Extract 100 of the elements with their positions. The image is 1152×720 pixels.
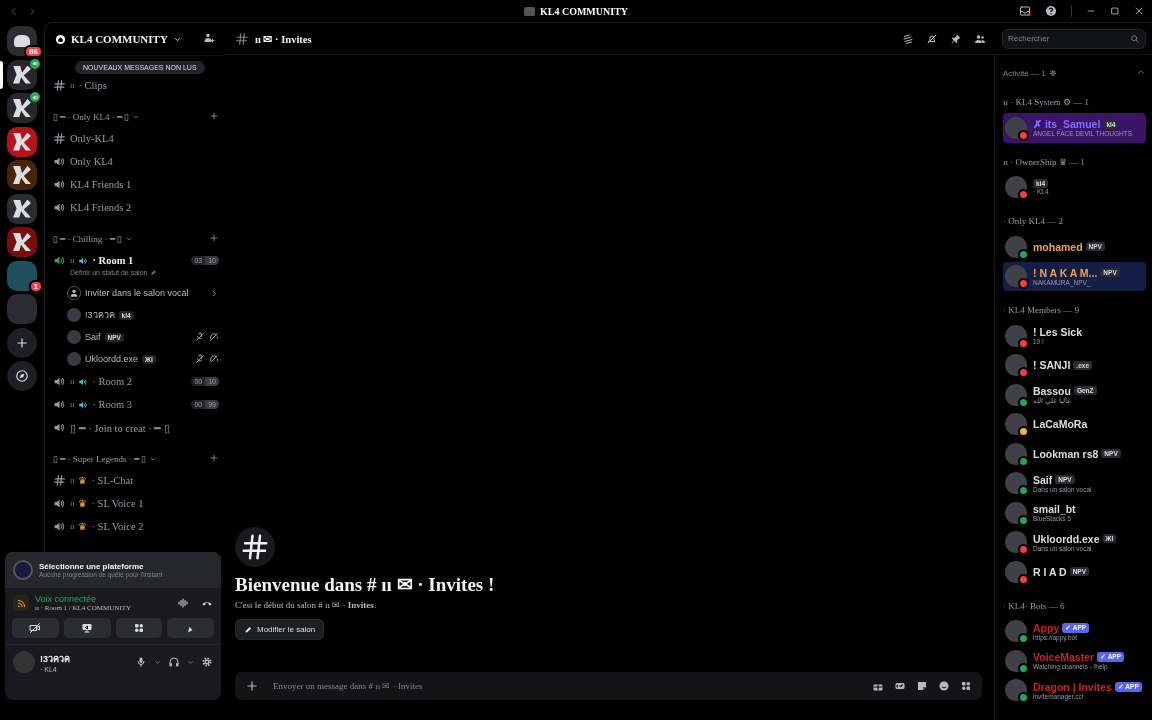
add-server-button[interactable] xyxy=(7,327,37,358)
person-icon xyxy=(69,288,79,298)
message-input[interactable]: Envoyer un message dans # ıı ✉ · Invites xyxy=(235,672,982,700)
members-icon[interactable] xyxy=(974,32,986,45)
settings-icon[interactable] xyxy=(201,656,213,668)
pencil-icon xyxy=(244,625,253,634)
channel-name[interactable]: KL4 Friends 1 xyxy=(70,179,132,190)
signal-icon xyxy=(15,597,27,609)
member-name[interactable]: Dragon | Invites xyxy=(1033,680,1112,693)
channel-name[interactable]: Only-KL4 xyxy=(70,133,114,144)
speaker-icon xyxy=(53,520,66,533)
member-name[interactable]: R I A D xyxy=(1033,565,1067,578)
channel-prefix: ıı xyxy=(70,81,75,90)
search-field[interactable]: Rechercher xyxy=(1002,28,1146,49)
member-group-header: · KL4· Bots — 6 xyxy=(1003,600,1066,611)
channel-name[interactable]: · SL Voice 2 xyxy=(91,521,144,532)
screen-share-button[interactable] xyxy=(63,618,111,638)
member-name[interactable]: Bassou xyxy=(1033,384,1071,397)
quest-title[interactable]: Sélectionne une plateforme xyxy=(39,562,163,571)
activities-button[interactable] xyxy=(115,618,163,638)
member-name[interactable]: ! Les Sick xyxy=(1033,326,1083,339)
speaker-icon xyxy=(53,178,66,191)
edit-channel-button[interactable]: Modifier le salon xyxy=(235,619,325,640)
server-icon[interactable] xyxy=(7,227,37,257)
category-label[interactable]: ▯ ━ · Chilling · ━ ▯ xyxy=(53,233,122,244)
server-icon[interactable] xyxy=(7,160,37,190)
direct-messages-button[interactable] xyxy=(7,26,37,56)
channel-prefix: ıı xyxy=(70,476,75,485)
search-icon xyxy=(1130,33,1140,44)
voice-status: Voix connectée xyxy=(35,594,98,604)
member-name[interactable]: smail_bt xyxy=(1033,503,1076,516)
home-icon xyxy=(55,33,66,45)
server-name[interactable]: KL4 COMMUNITY xyxy=(71,33,168,45)
sticker-icon[interactable] xyxy=(916,680,928,692)
camera-button[interactable] xyxy=(12,618,59,638)
member-name[interactable]: Ukloordd.exe xyxy=(1033,532,1100,545)
hash-icon xyxy=(53,79,66,92)
channel-prefix: ıı xyxy=(70,377,75,386)
add-member-icon[interactable] xyxy=(203,32,215,44)
channel-prefix: ıı xyxy=(70,499,75,508)
speaker-icon xyxy=(53,497,66,510)
voice-user-name[interactable]: Saif xyxy=(85,332,101,342)
member-name[interactable]: Appy xyxy=(1033,621,1060,634)
discover-button[interactable] xyxy=(7,361,37,391)
help-icon[interactable] xyxy=(1045,5,1057,17)
channel-name[interactable]: · Clips xyxy=(78,80,107,91)
channel-name[interactable]: Only KL4 xyxy=(70,156,113,167)
microphone-icon[interactable] xyxy=(135,656,147,668)
server-icon[interactable] xyxy=(7,193,37,224)
plus-icon[interactable] xyxy=(209,110,219,121)
member-name[interactable]: ✗ its_Samuel xyxy=(1033,118,1101,131)
channel-name[interactable]: · Room 3 xyxy=(92,399,133,410)
voice-user-name[interactable]: Ukloordd.exe xyxy=(85,354,139,364)
server-icon[interactable] xyxy=(7,59,37,90)
member-name[interactable]: ! N A K A M... xyxy=(1033,266,1098,279)
member-name[interactable]: mohamed xyxy=(1033,240,1083,253)
channel-name[interactable]: · SL-Chat xyxy=(91,475,134,486)
collapse-icon[interactable] xyxy=(1136,67,1146,77)
speaker-icon xyxy=(53,398,66,411)
user-name[interactable]: !3วควค xyxy=(40,651,70,666)
maximize-icon[interactable] xyxy=(1110,6,1120,16)
invite-link[interactable]: Inviter dans le salon vocal xyxy=(85,288,189,298)
chevron-right-icon[interactable] xyxy=(210,288,219,298)
server-icon[interactable] xyxy=(7,93,37,123)
server-folder[interactable] xyxy=(7,260,37,291)
member-name[interactable]: ! SANJI xyxy=(1033,359,1071,372)
member-name[interactable]: Lookman rs8 xyxy=(1033,447,1099,460)
apps-icon[interactable] xyxy=(960,680,972,692)
channel-name[interactable]: KL4 Friends 2 xyxy=(70,202,132,213)
mute-bell-icon[interactable] xyxy=(926,32,938,45)
member-name[interactable]: LaCaMoRa xyxy=(1033,418,1088,431)
add-attachment-icon[interactable] xyxy=(245,679,259,693)
category-label[interactable]: ▯ ━ · Super Legends · ━ ▯ xyxy=(53,453,147,464)
category-label[interactable]: ▯ ━ · Only KL4 · ━ ▯ xyxy=(53,111,130,122)
emoji-icon[interactable] xyxy=(938,680,950,692)
plus-icon[interactable] xyxy=(209,452,219,463)
deafened-icon xyxy=(209,354,219,364)
channel-name[interactable]: · SL Voice 1 xyxy=(91,498,144,509)
headphones-icon[interactable] xyxy=(168,656,180,668)
settings-icon[interactable] xyxy=(1048,69,1057,77)
server-logo-icon xyxy=(523,6,535,16)
inbox-icon[interactable] xyxy=(1019,5,1031,17)
pencil-icon[interactable] xyxy=(150,268,158,276)
muted-mic-icon xyxy=(195,332,205,342)
plus-icon[interactable] xyxy=(209,232,219,243)
channel-name[interactable]: · Room 2 xyxy=(92,376,133,387)
activity-header[interactable]: Activité — 1 xyxy=(1003,68,1046,78)
speaker-icon xyxy=(53,155,66,168)
channel-name[interactable]: · Room 1 xyxy=(92,255,134,266)
voice-user-name[interactable]: !3วควค xyxy=(85,308,115,322)
member-name[interactable]: VoiceMaster xyxy=(1033,651,1095,664)
server-icon[interactable] xyxy=(7,126,37,157)
member-name[interactable]: Saif xyxy=(1033,473,1053,486)
deafened-icon xyxy=(209,332,219,342)
close-icon[interactable] xyxy=(1134,6,1144,16)
pin-icon[interactable] xyxy=(950,32,962,45)
gif-icon[interactable] xyxy=(894,680,906,692)
channel-name[interactable]: ▯ ━ · Join to creat · ━ ▯ xyxy=(70,421,171,434)
threads-icon[interactable] xyxy=(902,32,914,45)
speaker-icon xyxy=(78,376,89,387)
